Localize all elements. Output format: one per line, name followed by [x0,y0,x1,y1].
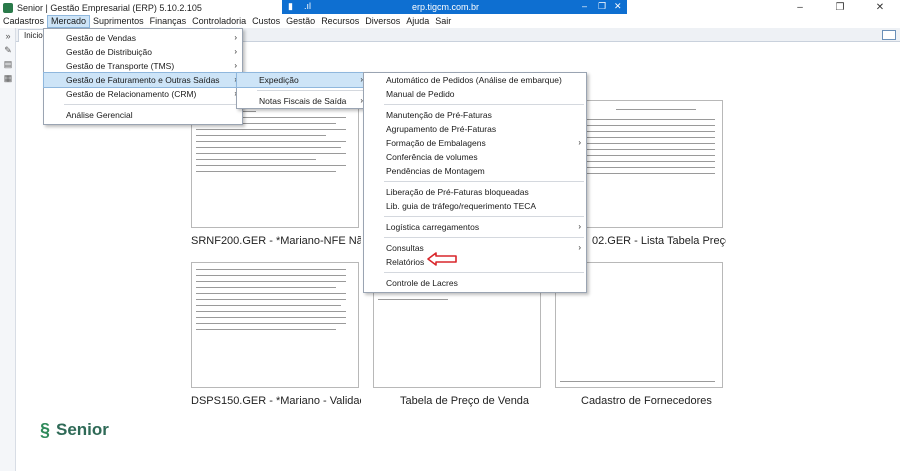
menu-recursos[interactable]: Recursos [318,15,362,28]
menu-item-label: Gestão de Relacionamento (CRM) [66,89,197,99]
menu-sair[interactable]: Sair [432,15,454,28]
menu-item-label: Notas Fiscais de Saída [259,96,347,106]
thumbnail-label[interactable]: Cadastro de Fornecedores [581,395,721,407]
menu-ajuda[interactable]: Ajuda [403,15,432,28]
menu-bar: Cadastros Mercado Suprimentos Finanças C… [0,15,900,28]
remote-host-label: erp.tigcm.com.br [412,2,480,12]
menu-separator [384,181,584,182]
menu-item-relatorios[interactable]: Relatórios [364,255,586,269]
window-icon[interactable]: ▤ [2,59,14,70]
chevron-right-icon: › [578,138,581,147]
menu-item-consultas[interactable]: Consultas › [364,241,586,255]
menu-separator [257,90,366,91]
mercado-menu: Gestão de Vendas › Gestão de Distribuição… [43,28,243,125]
sidebar: » ✎ ▤ ▦ [0,28,16,471]
chevron-right-icon: › [578,243,581,252]
menu-item-label: Liberação de Pré-Faturas bloqueadas [386,187,529,197]
window-title: Senior | Gestão Empresarial (ERP) 5.10.2… [17,2,202,13]
chevron-right-icon: › [578,222,581,231]
menu-item-label: Logística carregamentos [386,222,480,232]
menu-item-lib-guia-trafego[interactable]: Lib. guia de tráfego/requerimento TECA [364,199,586,213]
menu-item-label: Conferência de volumes [386,152,478,162]
menu-item-formacao-embalagens[interactable]: Formação de Embalagens › [364,136,586,150]
app-icon [3,2,13,13]
menu-item-label: Gestão de Transporte (TMS) [66,61,175,71]
menu-item-expedicao[interactable]: Expedição › [236,72,369,88]
menu-financas[interactable]: Finanças [147,15,190,28]
menu-item-automatico-pedidos[interactable]: Automático de Pedidos (Análise de embarq… [364,73,586,87]
wrench-icon[interactable]: ✎ [2,45,14,56]
menu-item-label: Consultas [386,243,424,253]
window-list-icon[interactable] [882,30,896,40]
pin-icon[interactable]: ▮ [288,1,293,12]
remote-close-button[interactable]: ✕ [614,1,622,12]
menu-separator [384,237,584,238]
menu-item-label: Controle de Lacres [386,278,458,288]
menu-item-label: Automático de Pedidos (Análise de embarq… [386,75,562,85]
menu-custos[interactable]: Custos [249,15,283,28]
menu-item-notas-fiscais-saida[interactable]: Notas Fiscais de Saída › [237,94,368,108]
menu-item-gestao-transporte[interactable]: Gestão de Transporte (TMS) › [44,59,242,73]
menu-item-label: Pendências de Montagem [386,166,485,176]
menu-cadastros[interactable]: Cadastros [0,15,47,28]
menu-item-manual-pedido[interactable]: Manual de Pedido [364,87,586,101]
menu-item-label: Lib. guia de tráfego/requerimento TECA [386,201,537,211]
remote-restore-button[interactable]: ❐ [598,1,606,12]
report-thumbnail[interactable] [191,262,359,388]
menu-item-liberacao-pre-faturas[interactable]: Liberação de Pré-Faturas bloqueadas [364,185,586,199]
menu-item-label: Gestão de Faturamento e Outras Saídas [66,75,220,85]
menu-controladoria[interactable]: Controladoria [189,15,249,28]
menu-item-label: Agrupamento de Pré-Faturas [386,124,497,134]
menu-item-pendencias-montagem[interactable]: Pendências de Montagem [364,164,586,178]
menu-item-label: Manual de Pedido [386,89,455,99]
maximize-button[interactable]: ❐ [820,0,860,15]
senior-logo: § Senior [40,420,109,440]
menu-separator [384,272,584,273]
menu-suprimentos[interactable]: Suprimentos [90,15,147,28]
menu-item-label: Gestão de Distribuição [66,47,152,57]
menu-item-agrupamento-pre-faturas[interactable]: Agrupamento de Pré-Faturas [364,122,586,136]
menu-gestao[interactable]: Gestão [283,15,318,28]
chevron-right-icon: › [234,33,237,42]
chevron-right-icon: › [234,61,237,70]
menu-item-label: Relatórios [386,257,425,267]
remote-minimize-button[interactable]: – [582,1,587,11]
menu-item-gestao-relacionamento[interactable]: Gestão de Relacionamento (CRM)› [44,87,242,101]
menu-item-label: Análise Gerencial [66,110,133,120]
menu-item-conferencia-volumes[interactable]: Conferência de volumes [364,150,586,164]
signal-icon: .ıl [304,1,312,11]
menu-item-label: Formação de Embalagens [386,138,486,148]
menu-item-manutencao-pre-faturas[interactable]: Manutenção de Pré-Faturas [364,108,586,122]
menu-separator [384,216,584,217]
minimize-button[interactable]: – [780,0,820,15]
thumbnail-label[interactable]: SRNF200.GER - *Mariano-NFE Não Lan [191,235,361,247]
menu-item-label: Gestão de Vendas [66,33,136,43]
faturamento-submenu: Expedição › Notas Fiscais de Saída › [236,72,369,109]
senior-logo-text: Senior [56,420,109,439]
report-icon[interactable]: ▦ [2,73,14,84]
expand-icon[interactable]: » [2,31,14,42]
chevron-right-icon: › [234,47,237,56]
senior-logo-icon: § [40,420,51,440]
menu-item-controle-lacres[interactable]: Controle de Lacres [364,276,586,290]
menu-separator [64,104,240,105]
menu-item-label: Expedição [259,75,299,85]
menu-item-gestao-distribuicao[interactable]: Gestão de Distribuição › [44,45,242,59]
red-arrow-icon [427,252,457,266]
menu-item-label: Manutenção de Pré-Faturas [386,110,492,120]
thumbnail-label[interactable]: DSPS150.GER - *Mariano - Validação C [191,395,361,407]
menu-mercado[interactable]: Mercado [47,15,91,28]
thumbnail-label[interactable]: 02.GER - Lista Tabela Preço x Fo [592,235,726,247]
thumbnail-label[interactable]: Tabela de Preço de Venda [400,395,540,407]
menu-separator [384,104,584,105]
menu-item-logistica-carregamentos[interactable]: Logística carregamentos › [364,220,586,234]
menu-item-analise-gerencial[interactable]: Análise Gerencial [44,108,242,122]
expedicao-submenu: Automático de Pedidos (Análise de embarq… [363,72,587,293]
menu-item-gestao-vendas[interactable]: Gestão de Vendas › [44,31,242,45]
menu-diversos[interactable]: Diversos [362,15,403,28]
remote-session-bar: ▮ .ıl erp.tigcm.com.br – ❐ ✕ [282,0,627,14]
menu-item-gestao-faturamento[interactable]: Gestão de Faturamento e Outras Saídas› [43,72,243,88]
close-button[interactable]: ✕ [860,0,900,15]
